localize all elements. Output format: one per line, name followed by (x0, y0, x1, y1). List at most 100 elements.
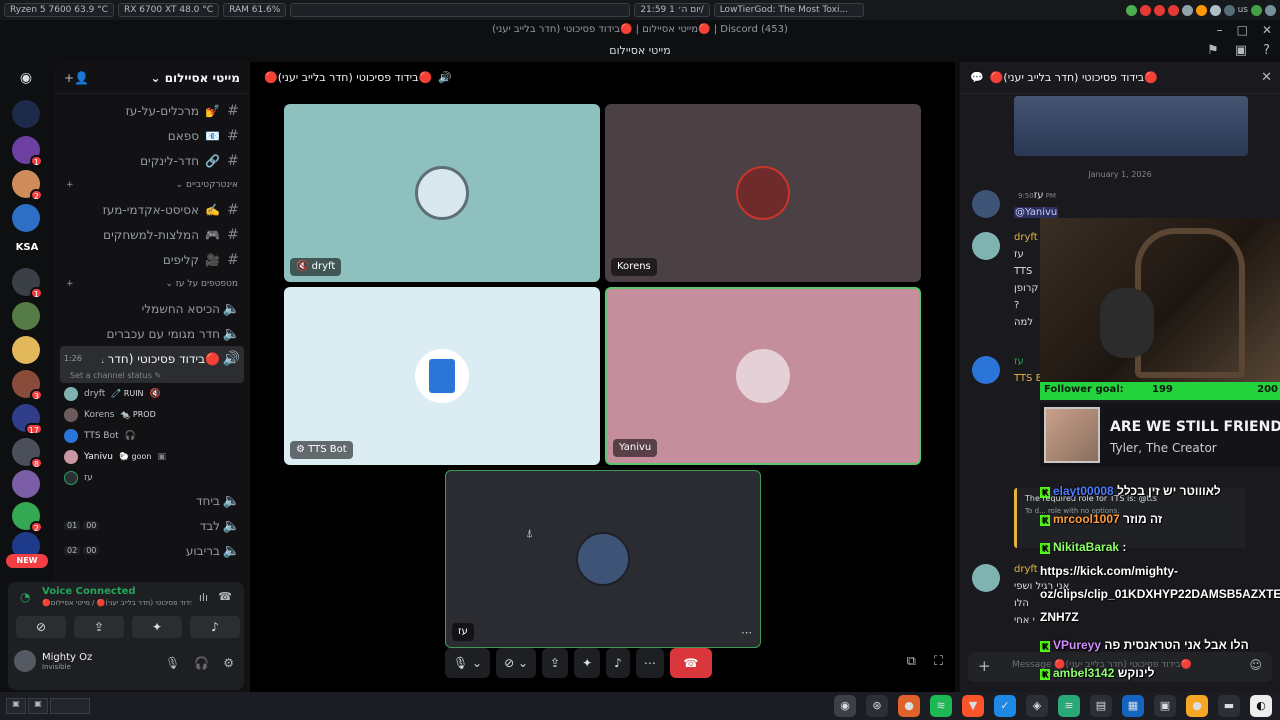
tray-app-icon[interactable] (1125, 4, 1137, 16)
camera-off-button[interactable]: ⊘ (16, 616, 66, 638)
participant-tile[interactable]: ⚙ TTS Bot (284, 287, 600, 465)
channel-item[interactable]: # 🎮 המלצות-למשחקים (54, 222, 250, 247)
participant-tile[interactable]: Korens (605, 104, 921, 282)
server-icon[interactable] (12, 100, 40, 128)
app-icon[interactable]: ● (898, 695, 920, 717)
activities-button[interactable]: ✦ (574, 648, 601, 678)
add-attachment-icon[interactable]: + (978, 657, 991, 675)
brave-icon[interactable]: ▼ (962, 695, 984, 717)
settings-gear-icon[interactable]: ⚙ (223, 656, 234, 670)
server-icon[interactable]: 2 (12, 502, 43, 533)
voice-channel-item[interactable]: 🔈 ביחד (54, 488, 250, 513)
server-icon[interactable] (12, 470, 40, 498)
camera-off-button[interactable]: ⊘ ⌄ (496, 648, 537, 678)
app-icon[interactable]: ◐ (1250, 695, 1272, 717)
voice-user[interactable]: Yanivu 🐑 goon ▣ (54, 446, 250, 467)
volume-icon[interactable] (1209, 4, 1221, 16)
noise-suppression-icon[interactable]: ılı (199, 591, 208, 604)
voice-channel-item[interactable]: 🔈 חדר מגומי עם עכברים (54, 321, 250, 346)
workspace-2[interactable]: ▣ (28, 698, 48, 714)
tray-app-icon[interactable] (1181, 4, 1193, 16)
app-icon[interactable]: ≡ (1058, 695, 1080, 717)
tray-app-icon[interactable] (1139, 4, 1151, 16)
server-icon[interactable]: 17 (12, 404, 43, 435)
more-options-button[interactable]: ⋯ (635, 648, 664, 678)
server-icon[interactable]: 8 (12, 438, 43, 469)
power-icon[interactable] (1265, 4, 1276, 16)
screen-share-button[interactable]: ⇪ (542, 648, 569, 678)
folder-icon[interactable]: ▤ (1090, 695, 1112, 717)
server-icon[interactable] (12, 204, 40, 232)
maximize-icon[interactable]: □ (1237, 23, 1248, 37)
close-icon[interactable]: ✕ (1261, 70, 1272, 85)
signal-icon[interactable]: ◔ (20, 590, 30, 604)
server-icon[interactable] (12, 336, 40, 364)
server-icon[interactable]: 1 (12, 268, 43, 299)
participant-tile[interactable]: 🔇 dryft (284, 104, 600, 282)
add-member-icon[interactable]: 👤+ (64, 71, 89, 85)
soundboard-button[interactable]: ♪ (190, 616, 240, 638)
disconnect-button[interactable]: ☎ (669, 648, 712, 678)
voice-user[interactable]: Korens 🐀 PROD (54, 404, 250, 425)
app-icon[interactable]: ▣ (1154, 695, 1176, 717)
headphones-icon[interactable]: 🎧 (194, 656, 209, 670)
screen-share-button[interactable]: ⇪ (74, 616, 124, 638)
server-icon[interactable] (12, 302, 40, 330)
tray-app-icon[interactable] (1195, 4, 1207, 16)
voice-connected-label[interactable]: Voice Connected (42, 586, 136, 597)
help-icon[interactable]: ? (1263, 43, 1270, 58)
bluetooth-icon[interactable] (1223, 4, 1235, 16)
user-mention[interactable]: @Yanivu (1014, 207, 1059, 218)
workspace-1[interactable]: ▣ (6, 698, 26, 714)
tray-app-icon[interactable] (1153, 4, 1165, 16)
channel-item[interactable]: # 📧 ספאם (54, 123, 250, 148)
taskbar-window-list[interactable] (290, 3, 631, 17)
voice-user[interactable]: dryft 🧷 RUIN 🔇 (54, 383, 250, 404)
more-icon[interactable]: ⋯ (741, 626, 752, 639)
obs-icon[interactable]: ◈ (1026, 695, 1048, 717)
disconnect-icon[interactable]: ☎ (218, 590, 232, 603)
category-voice[interactable]: מטפטפים על עז ⌄ + (54, 272, 250, 296)
voice-channel-item[interactable]: 🔈 הכיסא החשמלי (54, 296, 250, 321)
user-area[interactable]: Mighty Oz Invisible (14, 650, 92, 672)
discord-home-icon[interactable]: ◉ (12, 64, 40, 92)
set-channel-status[interactable]: Set a channel status ✎ (60, 371, 244, 383)
store-icon[interactable]: ▦ (1122, 695, 1144, 717)
embedded-image[interactable] (1014, 96, 1248, 156)
spotify-icon[interactable]: ≋ (930, 695, 952, 717)
channel-item[interactable]: # 💅 מרכלים-על-עז (54, 98, 250, 123)
keyboard-layout[interactable]: us (1238, 5, 1248, 15)
server-icon[interactable]: 2 (12, 170, 43, 201)
close-icon[interactable]: ✕ (1262, 23, 1272, 37)
server-icon[interactable]: 1 (12, 136, 43, 167)
steam-icon[interactable]: ⊛ (866, 695, 888, 717)
soundboard-button[interactable]: ♪ (606, 648, 630, 678)
voice-user[interactable]: עז (54, 467, 250, 488)
clock[interactable]: 21:59 יום ה׳ 1/ (634, 3, 710, 17)
minimize-icon[interactable]: – (1217, 23, 1223, 37)
category-interactive[interactable]: אינטרקטיביים ⌄ + (54, 173, 250, 197)
voice-user[interactable]: TTS Bot 🎧 (54, 425, 250, 446)
popout-icon[interactable]: ⧉ (907, 654, 916, 669)
server-icon[interactable]: 3 (12, 370, 43, 401)
microphone-icon[interactable]: 🎙 (165, 656, 180, 670)
fullscreen-icon[interactable]: ⛶ (934, 654, 943, 669)
activities-button[interactable]: ✦ (132, 616, 182, 638)
discord-icon[interactable]: ◉ (834, 695, 856, 717)
emoji-icon[interactable]: ☺ (1249, 658, 1262, 672)
inbox-icon[interactable]: ▣ (1235, 43, 1247, 58)
active-voice-channel[interactable]: 🔊🔴בידוד פסיכוטי (חדר בלייב יעני)🔴 1:26 Se… (60, 346, 244, 383)
add-channel-icon[interactable]: + (66, 180, 74, 190)
channel-item[interactable]: # 🔗 חדר-לינקים (54, 148, 250, 173)
flag-icon[interactable]: ⚑ (1207, 43, 1219, 58)
app-icon[interactable]: ✓ (994, 695, 1016, 717)
network-icon[interactable] (1251, 4, 1262, 16)
server-ksa[interactable]: KSA (8, 242, 46, 253)
channel-item[interactable]: # 🎥 קליפים (54, 247, 250, 272)
terminal-icon[interactable]: ▬ (1218, 695, 1240, 717)
microphone-button[interactable]: 🎙 ⌄ (445, 648, 491, 678)
workspace-3[interactable] (50, 698, 90, 714)
add-channel-icon[interactable]: + (66, 279, 74, 289)
participant-tile[interactable]: ⍋ עז ⋯ (445, 470, 761, 648)
tray-app-icon[interactable] (1167, 4, 1179, 16)
